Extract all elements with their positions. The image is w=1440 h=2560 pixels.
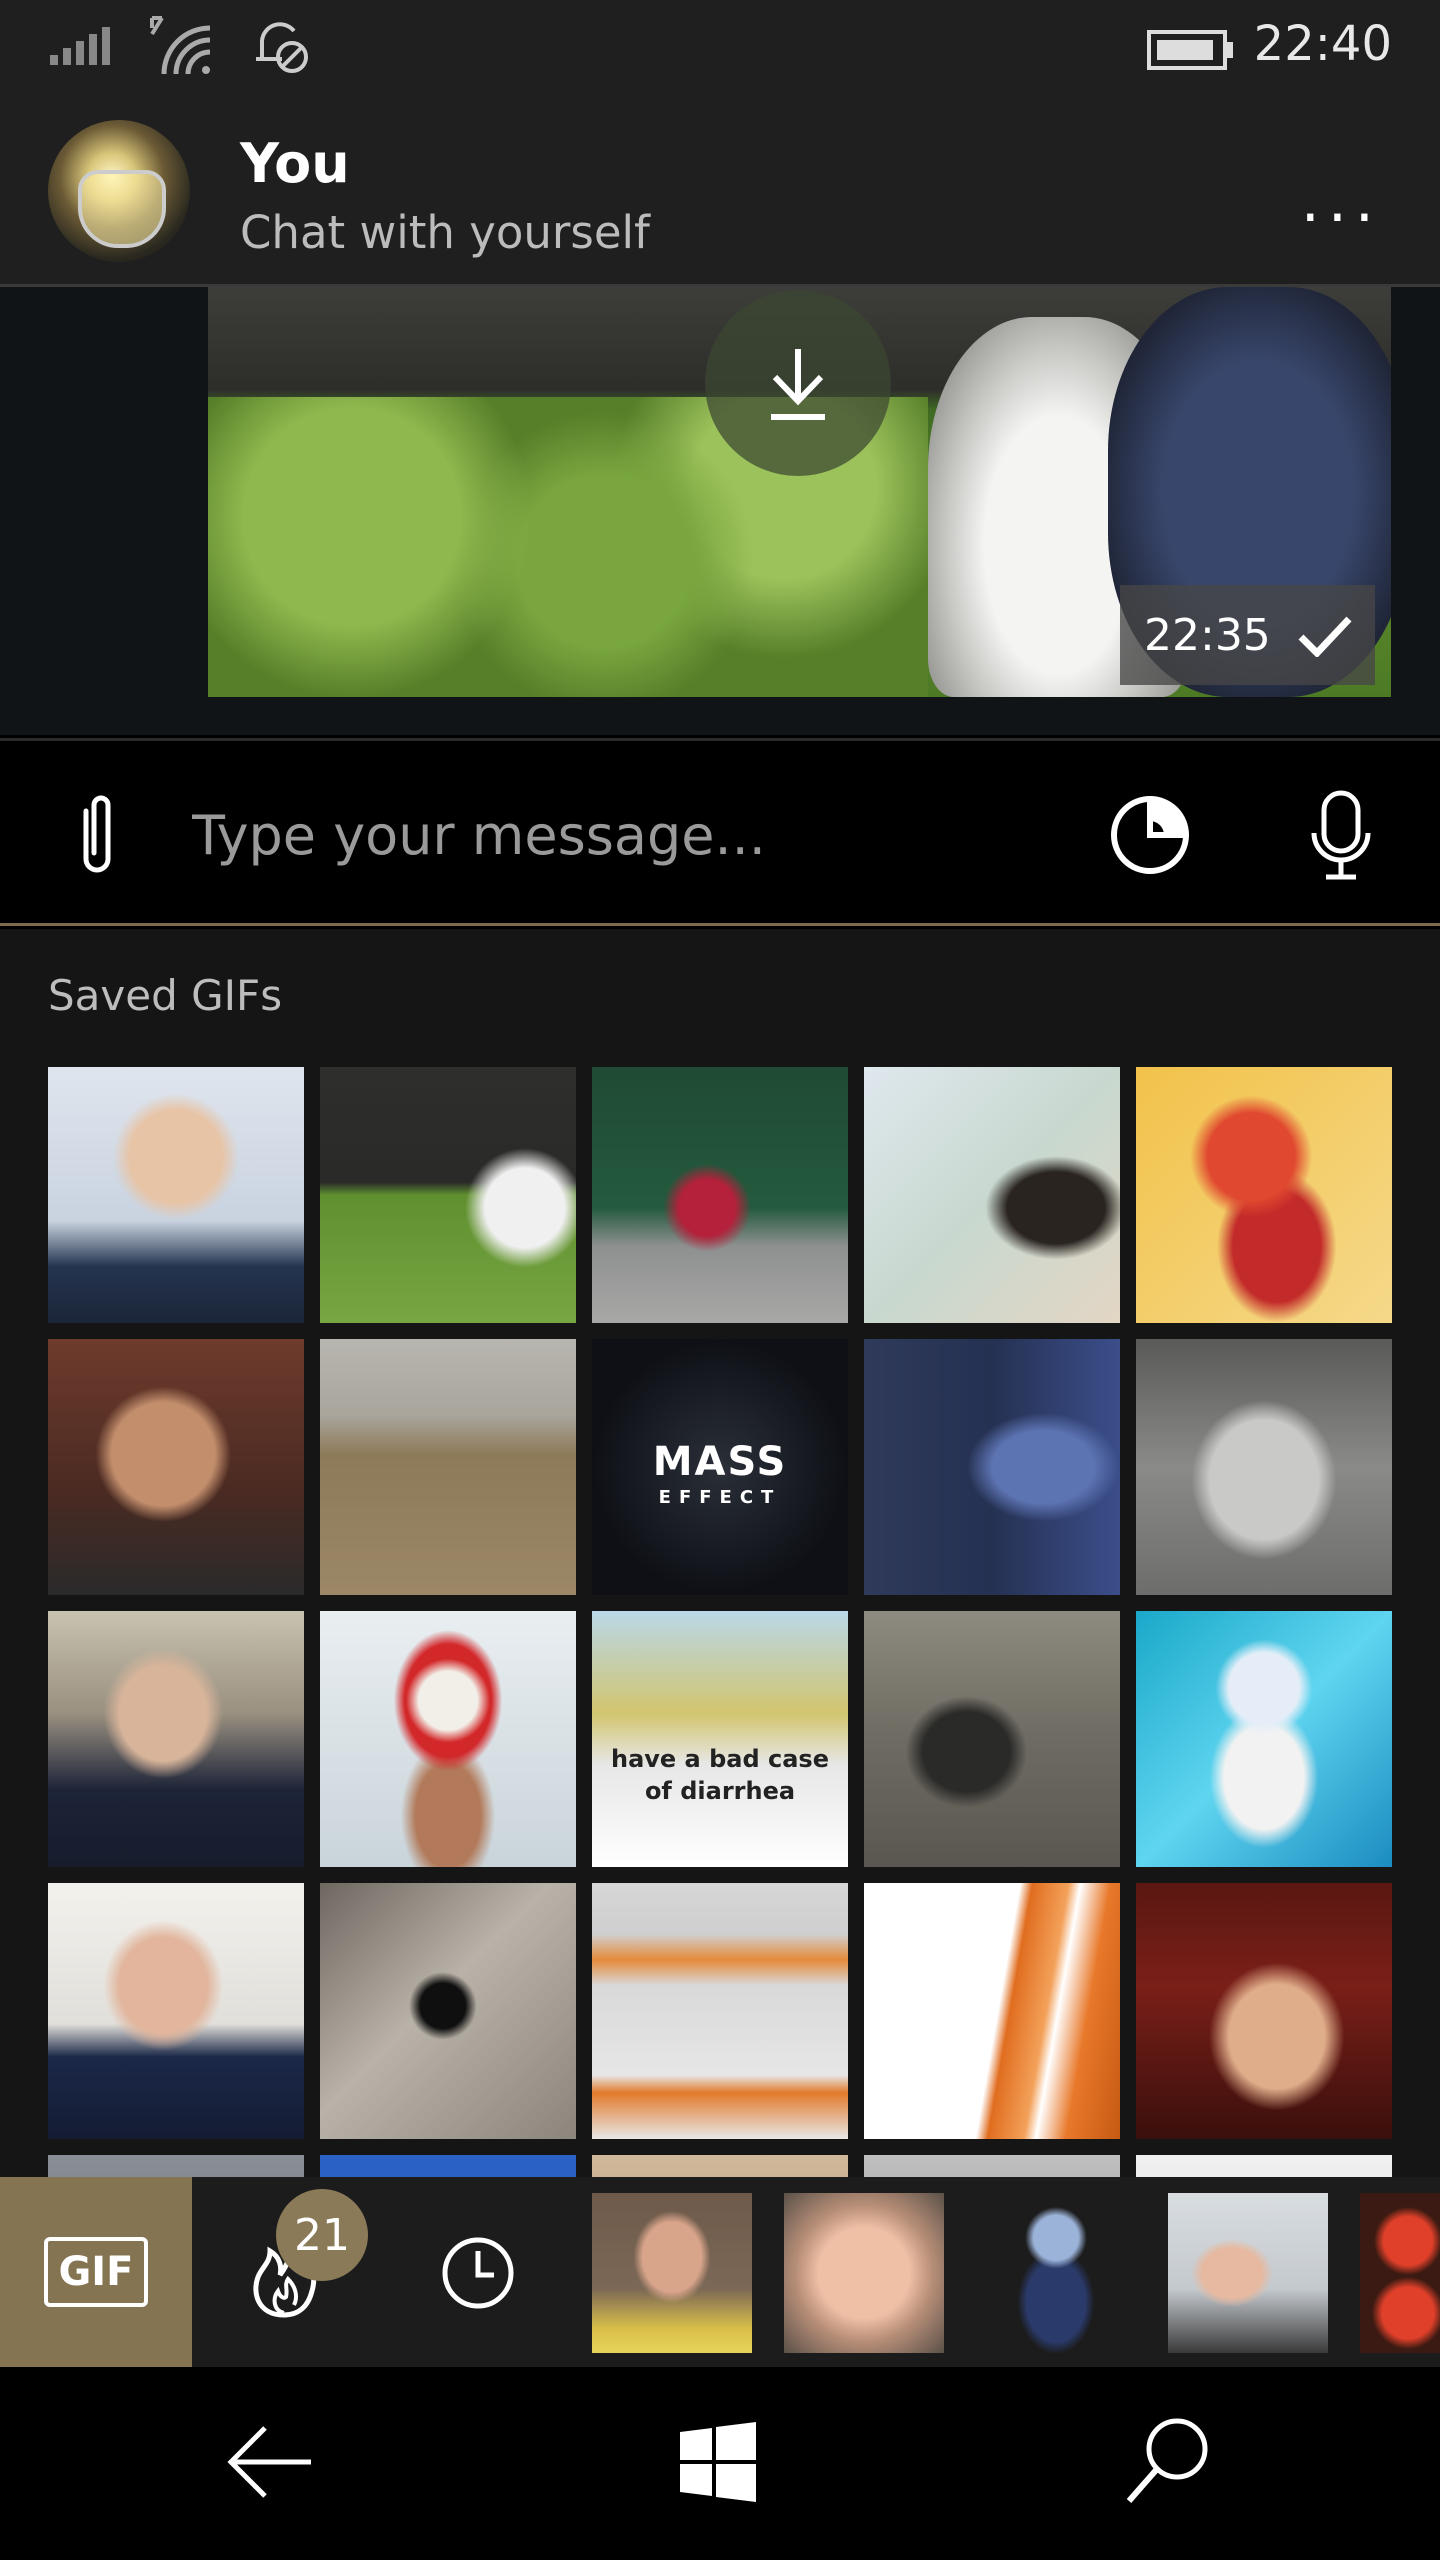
system-nav-bar — [0, 2367, 1440, 2560]
saved-gifs-panel: Saved GIFs MASS EFFECT have a bad case o… — [0, 929, 1440, 2177]
gif-thumb[interactable] — [48, 1339, 304, 1595]
gif-thumb[interactable] — [1136, 1883, 1392, 2139]
download-icon — [771, 349, 825, 420]
panel-title: Saved GIFs — [48, 971, 283, 1020]
chat-header: You Chat with yourself ... — [0, 96, 1440, 287]
sticker-pack-thumb[interactable] — [1360, 2193, 1440, 2353]
microphone-icon[interactable] — [1310, 789, 1372, 885]
gif-thumb[interactable] — [48, 1067, 304, 1323]
quiet-hours-icon — [252, 15, 312, 79]
chat-title[interactable]: You — [240, 132, 350, 195]
gif-thumb[interactable] — [592, 1883, 848, 2139]
gif-thumb[interactable] — [864, 1611, 1120, 1867]
gif-thumb[interactable] — [1136, 1339, 1392, 1595]
media-tab-bar: GIF 21 — [0, 2177, 1440, 2367]
attach-icon[interactable] — [72, 791, 122, 885]
tab-gifs[interactable]: GIF — [0, 2177, 192, 2367]
gif-thumb[interactable] — [320, 2155, 576, 2177]
sticker-pack-thumb[interactable] — [1168, 2193, 1328, 2353]
gif-thumb[interactable] — [592, 1067, 848, 1323]
message-input[interactable] — [190, 789, 1014, 881]
wifi-icon — [148, 14, 214, 80]
windows-icon[interactable] — [678, 2422, 758, 2506]
sticker-pack-thumb[interactable] — [592, 2193, 752, 2353]
sticker-pack-thumb[interactable] — [976, 2193, 1136, 2353]
message-time-badge: 22:35 — [1120, 585, 1375, 685]
gif-caption: EFFECT — [658, 1487, 782, 1508]
sticker-icon[interactable] — [1108, 793, 1192, 881]
gif-thumb[interactable] — [592, 2155, 848, 2177]
gif-caption: MASS — [652, 1439, 788, 1485]
trending-count-badge: 21 — [276, 2189, 368, 2281]
gif-thumb[interactable] — [320, 1067, 576, 1323]
sticker-pack-thumb[interactable] — [784, 2193, 944, 2353]
chat-subtitle: Chat with yourself — [240, 206, 650, 259]
gif-thumb[interactable] — [320, 1883, 576, 2139]
gif-thumb[interactable]: have a bad case of diarrhea — [592, 1611, 848, 1867]
gif-thumb[interactable] — [320, 1611, 576, 1867]
gif-thumb[interactable] — [1136, 2155, 1392, 2177]
search-icon[interactable] — [1125, 2415, 1211, 2509]
read-check-icon — [1298, 616, 1352, 657]
message-time: 22:35 — [1144, 609, 1271, 661]
gif-grid: MASS EFFECT have a bad case of diarrhea — [48, 1067, 1392, 2177]
gif-thumb[interactable] — [48, 1883, 304, 2139]
message-composer — [0, 738, 1440, 926]
clock-icon[interactable] — [440, 2235, 516, 2315]
avatar[interactable] — [48, 120, 190, 262]
gif-thumb[interactable]: MASS EFFECT — [592, 1339, 848, 1595]
gif-thumb[interactable] — [1136, 1611, 1392, 1867]
gif-thumb[interactable] — [1136, 1067, 1392, 1323]
download-button[interactable] — [705, 290, 891, 476]
status-bar: 22:40 — [0, 0, 1440, 96]
back-icon[interactable] — [225, 2422, 315, 2506]
gif-thumb[interactable] — [864, 1883, 1120, 2139]
gif-caption: have a bad case of diarrhea — [610, 1745, 829, 1805]
clock: 22:40 — [1253, 16, 1392, 72]
gif-thumb[interactable] — [48, 2155, 304, 2177]
gif-thumb[interactable] — [864, 2155, 1120, 2177]
more-options-button[interactable]: ... — [1301, 166, 1382, 236]
gif-thumb[interactable] — [864, 1067, 1120, 1323]
signal-icon — [50, 25, 110, 69]
gif-tab-label: GIF — [44, 2237, 148, 2307]
gif-thumb[interactable] — [864, 1339, 1120, 1595]
gif-thumb[interactable] — [320, 1339, 576, 1595]
gif-thumb[interactable] — [48, 1611, 304, 1867]
battery-icon — [1147, 30, 1235, 74]
